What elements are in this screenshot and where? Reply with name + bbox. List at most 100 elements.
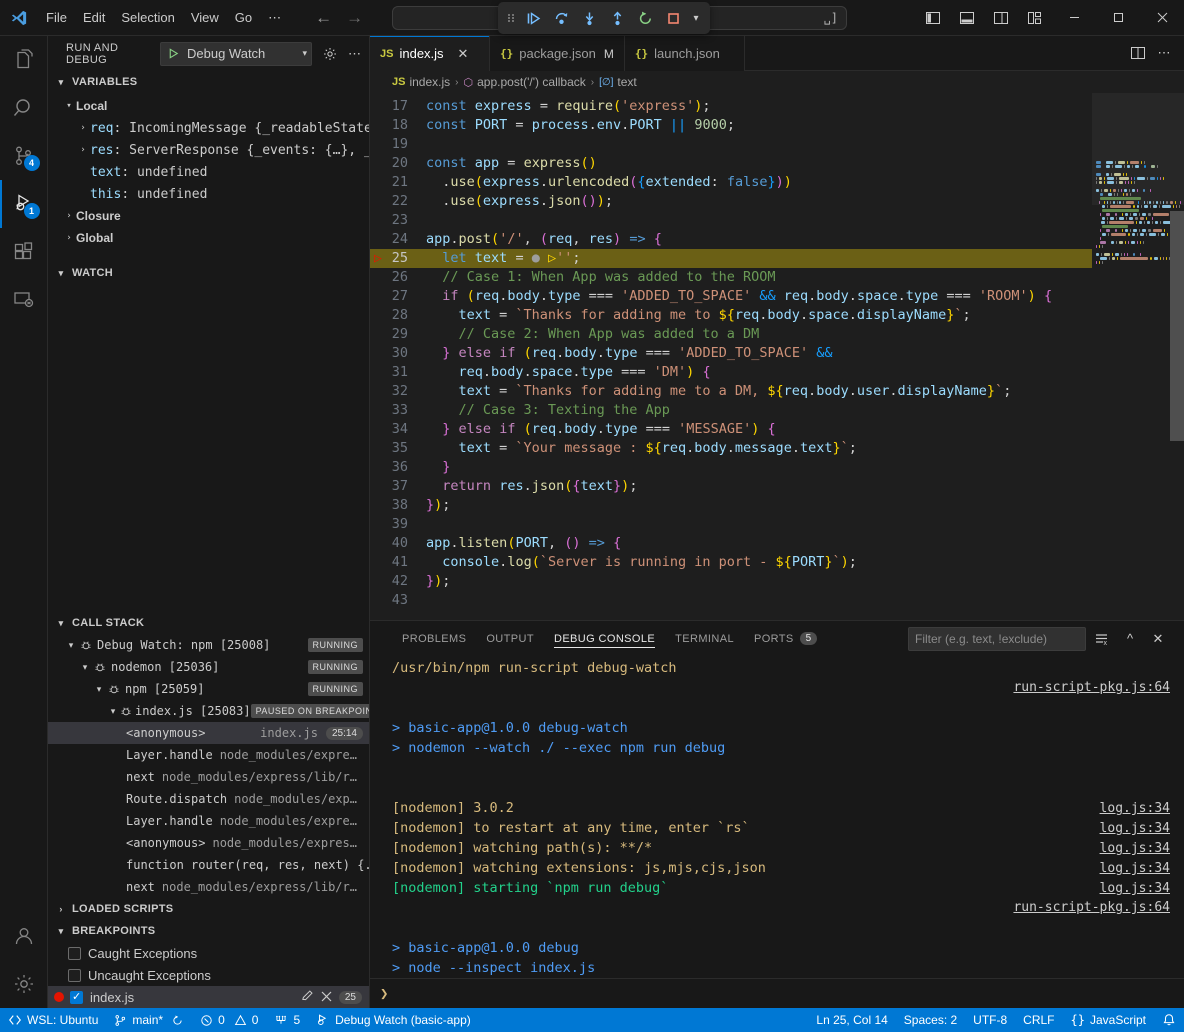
activity-explorer[interactable] [0, 36, 48, 84]
tab-debug-console[interactable]: DEBUG CONSOLE [544, 621, 665, 656]
status-problems[interactable]: 0 0 [192, 1008, 266, 1032]
toggle-primary-sidebar-icon[interactable] [916, 3, 950, 33]
menu-go[interactable]: Go [227, 7, 260, 28]
status-remote-host[interactable]: WSL: Ubuntu [0, 1008, 106, 1032]
source-code[interactable]: 17const express = require('express');18c… [370, 93, 1092, 610]
menu-more[interactable]: ⋯ [260, 7, 289, 29]
scope-global[interactable]: › Global [48, 227, 369, 249]
code-line[interactable]: 30 } else if (req.body.type === 'ADDED_T… [370, 344, 1092, 363]
code-line[interactable]: 20const app = express() [370, 154, 1092, 173]
code-line[interactable]: 32 text = `Thanks for adding me to a DM,… [370, 382, 1092, 401]
variable-text[interactable]: text : undefined [48, 161, 369, 183]
debug-toolbar-grip-icon[interactable] [504, 10, 518, 26]
status-cursor-position[interactable]: Ln 25, Col 14 [808, 1008, 895, 1032]
code-line[interactable]: 29 // Case 2: When App was added to a DM [370, 325, 1092, 344]
maximize-panel-icon[interactable]: ^ [1118, 627, 1142, 651]
tab-package-json[interactable]: {} package.json M [490, 36, 625, 71]
go-back-icon[interactable]: ← [315, 9, 332, 26]
debug-step-over-icon[interactable] [548, 5, 574, 31]
call-stack-frame[interactable]: Layer.handle node_modules/expres… [48, 744, 369, 766]
code-line[interactable]: 19 [370, 135, 1092, 154]
code-line[interactable]: 39 [370, 515, 1092, 534]
call-stack-section-header[interactable]: ▾ CALL STACK [48, 612, 369, 634]
status-debug-session[interactable]: Debug Watch (basic-app) [308, 1008, 479, 1032]
variable-res[interactable]: › res : ServerResponse {_events: {…}, _e… [48, 139, 369, 161]
scope-local[interactable]: ▾ Local [48, 95, 369, 117]
code-line[interactable]: 36 } [370, 458, 1092, 477]
console-source-link[interactable]: log.js:34 [1100, 879, 1170, 899]
debug-step-out-icon[interactable] [604, 5, 630, 31]
debug-stop-icon[interactable] [660, 5, 686, 31]
call-stack-session[interactable]: ▾ npm [25059] RUNNING [48, 678, 369, 700]
variable-req[interactable]: › req : IncomingMessage {_readableState:… [48, 117, 369, 139]
console-source-link[interactable]: run-script-pkg.js:64 [1013, 898, 1170, 918]
console-source-link[interactable]: log.js:34 [1100, 799, 1170, 819]
call-stack-frame[interactable]: next node_modules/express/lib/rout… [48, 876, 369, 898]
menu-file[interactable]: File [38, 7, 75, 28]
status-ports-forwarded[interactable]: 5 [266, 1008, 308, 1032]
console-source-link[interactable]: log.js:34 [1100, 859, 1170, 879]
activity-settings-gear-icon[interactable] [0, 960, 48, 1008]
code-line[interactable]: 21 .use(express.urlencoded({extended: fa… [370, 173, 1092, 192]
code-line[interactable]: 33 // Case 3: Texting the App [370, 401, 1092, 420]
scope-closure[interactable]: › Closure [48, 205, 369, 227]
call-stack-session[interactable]: ▾ index.js [25083] PAUSED ON BREAKPOINT [48, 700, 369, 722]
editor-scrollbar[interactable] [1170, 93, 1184, 620]
code-line[interactable]: 43 [370, 591, 1092, 610]
sidebar-more-actions-icon[interactable]: ⋯ [348, 46, 361, 62]
status-language-mode[interactable]: {} JavaScript [1063, 1008, 1154, 1032]
code-line[interactable]: 28 text = `Thanks for adding me to ${req… [370, 306, 1092, 325]
breadcrumb-symbol-function[interactable]: ⬡ app.post('/') callback [464, 75, 586, 89]
editor-more-actions-icon[interactable]: ⋯ [1152, 41, 1176, 65]
tab-output[interactable]: OUTPUT [476, 621, 544, 656]
call-stack-frame[interactable]: Layer.handle node_modules/expres… [48, 810, 369, 832]
breadcrumb-symbol-variable[interactable]: [∅] text [599, 75, 637, 89]
activity-run-and-debug[interactable]: 1 [0, 180, 48, 228]
window-minimize-icon[interactable] [1052, 0, 1096, 36]
code-line[interactable]: 23 [370, 211, 1092, 230]
breakpoint-arrow-icon[interactable]: ▷ [374, 249, 382, 268]
debug-console-input[interactable]: ❯ [370, 978, 1184, 1008]
call-stack-frame[interactable]: <anonymous> index.js 25:14 [48, 722, 369, 744]
code-line[interactable]: ▷25 let text = ● ▷''; [370, 249, 1092, 268]
code-line[interactable]: 22 .use(express.json()); [370, 192, 1092, 211]
index-js-breakpoint-checkbox[interactable] [70, 991, 83, 1004]
breakpoint-uncaught-exceptions[interactable]: Uncaught Exceptions [48, 964, 369, 986]
debug-toolbar-chevron-down-icon[interactable]: ▾ [688, 13, 704, 24]
status-notifications[interactable] [1154, 1008, 1184, 1032]
code-line[interactable]: 40app.listen(PORT, () => { [370, 534, 1092, 553]
call-stack-frame[interactable]: next node_modules/express/lib/rout… [48, 766, 369, 788]
clear-console-icon[interactable]: x [1090, 627, 1114, 651]
close-panel-icon[interactable]: ✕ [1146, 627, 1170, 651]
tab-ports[interactable]: PORTS 5 [744, 621, 827, 656]
menu-selection[interactable]: Selection [113, 7, 182, 28]
remove-breakpoint-close-icon[interactable] [321, 990, 332, 1005]
open-launch-json-gear-icon[interactable] [322, 46, 338, 62]
code-line[interactable]: 27 if (req.body.type === 'ADDED_TO_SPACE… [370, 287, 1092, 306]
menu-edit[interactable]: Edit [75, 7, 113, 28]
call-stack-session[interactable]: ▾ Debug Watch: npm [25008] RUNNING [48, 634, 369, 656]
debug-restart-icon[interactable] [632, 5, 658, 31]
code-line[interactable]: 24app.post('/', (req, res) => { [370, 230, 1092, 249]
tab-launch-json[interactable]: {} launch.json [625, 36, 745, 71]
code-line[interactable]: 42}); [370, 572, 1092, 591]
edit-breakpoint-pencil-icon[interactable] [301, 989, 314, 1005]
debug-step-into-icon[interactable] [576, 5, 602, 31]
activity-extensions[interactable] [0, 228, 48, 276]
split-editor-right-icon[interactable] [1126, 41, 1150, 65]
uncaught-exceptions-checkbox[interactable] [68, 969, 81, 982]
tab-close-icon[interactable]: ✕ [458, 46, 469, 62]
activity-remote-explorer[interactable] [0, 276, 48, 324]
code-line[interactable]: 41 console.log(`Server is running in por… [370, 553, 1092, 572]
tab-terminal[interactable]: TERMINAL [665, 621, 744, 656]
console-source-link[interactable]: log.js:34 [1100, 839, 1170, 859]
breakpoint-caught-exceptions[interactable]: Caught Exceptions [48, 942, 369, 964]
toggle-panel-icon[interactable] [950, 3, 984, 33]
window-maximize-icon[interactable] [1096, 0, 1140, 36]
console-filter-input[interactable]: Filter (e.g. text, !exclude) [908, 627, 1086, 651]
debug-console-output[interactable]: /usr/bin/npm run-script debug-watchrun-s… [370, 656, 1184, 978]
menu-view[interactable]: View [183, 7, 227, 28]
call-stack-frame[interactable]: <anonymous> node_modules/express… [48, 832, 369, 854]
debug-continue-icon[interactable] [520, 5, 546, 31]
go-forward-icon[interactable]: → [346, 9, 363, 26]
